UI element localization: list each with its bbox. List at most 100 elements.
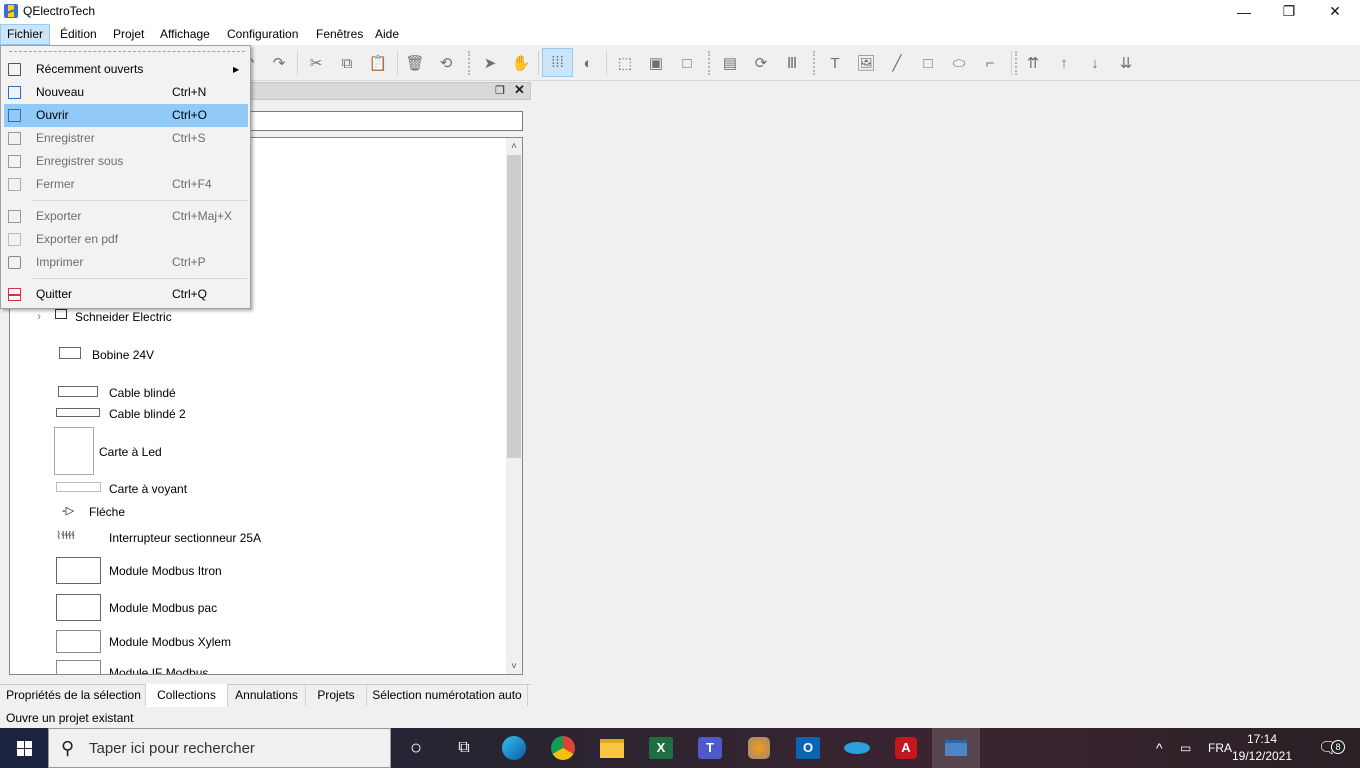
- menu-separator: [33, 200, 247, 201]
- add-rectangle-icon[interactable]: □: [916, 52, 940, 74]
- menu-item-recent[interactable]: Récemment ouverts ▶: [4, 58, 248, 81]
- tree-item[interactable]: Cable blindé: [109, 386, 176, 400]
- file-explorer-icon[interactable]: [596, 732, 628, 764]
- tree-item[interactable]: Carte à voyant: [109, 482, 187, 496]
- clock-date: 19/12/2021: [1231, 749, 1293, 763]
- scroll-down-icon[interactable]: ˅: [506, 658, 522, 674]
- excel-icon[interactable]: X: [645, 732, 677, 764]
- tree-item[interactable]: Module Modbus Xylem: [109, 635, 231, 649]
- scrollbar-thumb[interactable]: [507, 155, 521, 458]
- minimize-button[interactable]: —: [1221, 0, 1267, 23]
- conductor-icon[interactable]: ⟳: [749, 52, 773, 74]
- edit-folio-icon[interactable]: ▤: [718, 52, 742, 74]
- raise-icon[interactable]: ↑: [1052, 52, 1076, 74]
- tab-projets[interactable]: Projets: [306, 685, 367, 706]
- grid-icon[interactable]: ⁞⁞⁞: [542, 48, 573, 77]
- lower-icon[interactable]: ↓: [1083, 52, 1107, 74]
- windows-logo-icon: [16, 740, 32, 756]
- menu-item-fermer[interactable]: Fermer Ctrl+F4: [4, 173, 248, 196]
- add-text-icon[interactable]: T: [823, 52, 847, 74]
- menu-item-exporter-pdf[interactable]: Exporter en pdf: [4, 228, 248, 251]
- acrobat-icon[interactable]: A: [890, 732, 922, 764]
- start-button[interactable]: [0, 728, 48, 768]
- menu-fenetres[interactable]: Fenêtres: [310, 24, 369, 45]
- terminal-strip-icon[interactable]: Ⅲ: [780, 52, 804, 74]
- close-button[interactable]: ✕: [1312, 0, 1358, 23]
- show-hidden-icons[interactable]: ^: [1156, 728, 1163, 768]
- tree-item[interactable]: Module IF Modbus: [109, 666, 208, 674]
- tab-selection-numerotation[interactable]: Sélection numérotation auto: [367, 685, 528, 706]
- battery-icon[interactable]: ▭: [1180, 728, 1191, 768]
- dock-float-icon[interactable]: ❐: [495, 84, 505, 97]
- tree-item[interactable]: Bobine 24V: [92, 348, 154, 362]
- tree-item[interactable]: Carte à Led: [99, 445, 162, 459]
- vertical-scrollbar[interactable]: ˄ ˅: [506, 138, 522, 674]
- menu-affichage[interactable]: Affichage: [154, 24, 216, 45]
- cut-icon[interactable]: ✂: [304, 52, 328, 74]
- clock[interactable]: 17:14 19/12/2021: [1232, 732, 1292, 763]
- add-line-icon[interactable]: ╱: [885, 52, 909, 74]
- raise-top-icon[interactable]: ⇈: [1021, 52, 1045, 74]
- scroll-up-icon[interactable]: ˄: [506, 138, 522, 154]
- select-pointer-icon[interactable]: ➤: [478, 52, 502, 74]
- tree-item[interactable]: Cable blindé 2: [109, 407, 186, 421]
- sync-app-icon[interactable]: [841, 732, 873, 764]
- menu-item-ouvrir[interactable]: Ouvrir Ctrl+O: [4, 104, 248, 127]
- tear-off-handle[interactable]: [9, 51, 245, 52]
- toolbar-grip[interactable]: [1015, 51, 1017, 75]
- menu-edition[interactable]: Édition: [54, 24, 103, 45]
- toolbar-grip[interactable]: [708, 51, 710, 75]
- teams-icon[interactable]: T: [694, 732, 726, 764]
- qelectrotech-taskbar-icon[interactable]: [932, 728, 980, 768]
- menu-item-imprimer[interactable]: Imprimer Ctrl+P: [4, 251, 248, 274]
- menu-item-enregistrer-sous[interactable]: Enregistrer sous: [4, 150, 248, 173]
- tree-item[interactable]: Module Modbus pac: [109, 601, 217, 615]
- contrast-icon[interactable]: ◐: [576, 52, 600, 74]
- delete-icon[interactable]: 🗑: [403, 52, 427, 74]
- menu-item-nouveau[interactable]: Nouveau Ctrl+N: [4, 81, 248, 104]
- zoom-content-icon[interactable]: ▣: [644, 52, 668, 74]
- add-ellipse-icon[interactable]: ⬭: [947, 52, 971, 74]
- copy-icon[interactable]: ⧉: [335, 52, 359, 74]
- menu-item-exporter[interactable]: Exporter Ctrl+Maj+X: [4, 205, 248, 228]
- cortana-icon[interactable]: ○: [400, 732, 432, 764]
- tree-item[interactable]: Module Modbus Itron: [109, 564, 222, 578]
- paste-icon[interactable]: 📋: [366, 52, 390, 74]
- tab-proprietes[interactable]: Propriétés de la sélection: [2, 685, 146, 706]
- menu-aide[interactable]: Aide: [369, 24, 405, 45]
- app-orange-icon[interactable]: [743, 732, 775, 764]
- save-icon: [8, 132, 21, 145]
- menu-item-enregistrer[interactable]: Enregistrer Ctrl+S: [4, 127, 248, 150]
- menu-item-quitter[interactable]: Quitter Ctrl+Q: [4, 283, 248, 306]
- add-image-icon[interactable]: 🖼: [854, 52, 878, 74]
- toolbar-grip[interactable]: [813, 51, 815, 75]
- hand-icon[interactable]: ✋: [509, 52, 533, 74]
- search-icon: ⚲: [61, 738, 75, 758]
- save-as-icon: [8, 155, 21, 168]
- lower-bottom-icon[interactable]: ⇊: [1114, 52, 1138, 74]
- menu-fichier[interactable]: Fichier: [0, 24, 51, 45]
- task-view-icon[interactable]: ⧉: [448, 732, 480, 764]
- taskbar-search-box[interactable]: ⚲ Taper ici pour rechercher: [48, 728, 391, 768]
- tab-collections[interactable]: Collections: [146, 684, 228, 707]
- dock-close-icon[interactable]: ✕: [514, 82, 525, 98]
- menu-projet[interactable]: Projet: [107, 24, 150, 45]
- restore-button[interactable]: ❐: [1266, 0, 1312, 23]
- zoom-fit-icon[interactable]: ⬚: [613, 52, 637, 74]
- edge-icon[interactable]: [498, 732, 530, 764]
- chrome-icon[interactable]: [547, 732, 579, 764]
- rotate-icon[interactable]: ⟲: [434, 52, 458, 74]
- redo-icon[interactable]: ↷: [267, 52, 291, 74]
- submenu-arrow-icon: ▶: [233, 65, 240, 74]
- outlook-icon[interactable]: O: [792, 732, 824, 764]
- tree-item[interactable]: Interrupteur sectionneur 25A: [109, 531, 261, 545]
- add-polyline-icon[interactable]: ⌐: [978, 52, 1002, 74]
- zoom-reset-icon[interactable]: □: [675, 52, 699, 74]
- tree-item-folder[interactable]: Schneider Electric: [75, 310, 172, 324]
- menu-configuration[interactable]: Configuration: [221, 24, 304, 45]
- modbus-module-symbol-icon: [56, 557, 101, 584]
- tree-item[interactable]: Fléche: [89, 505, 125, 519]
- expand-chevron-icon[interactable]: ›: [37, 309, 41, 323]
- tab-annulations[interactable]: Annulations: [228, 685, 306, 706]
- toolbar-grip[interactable]: [468, 51, 470, 75]
